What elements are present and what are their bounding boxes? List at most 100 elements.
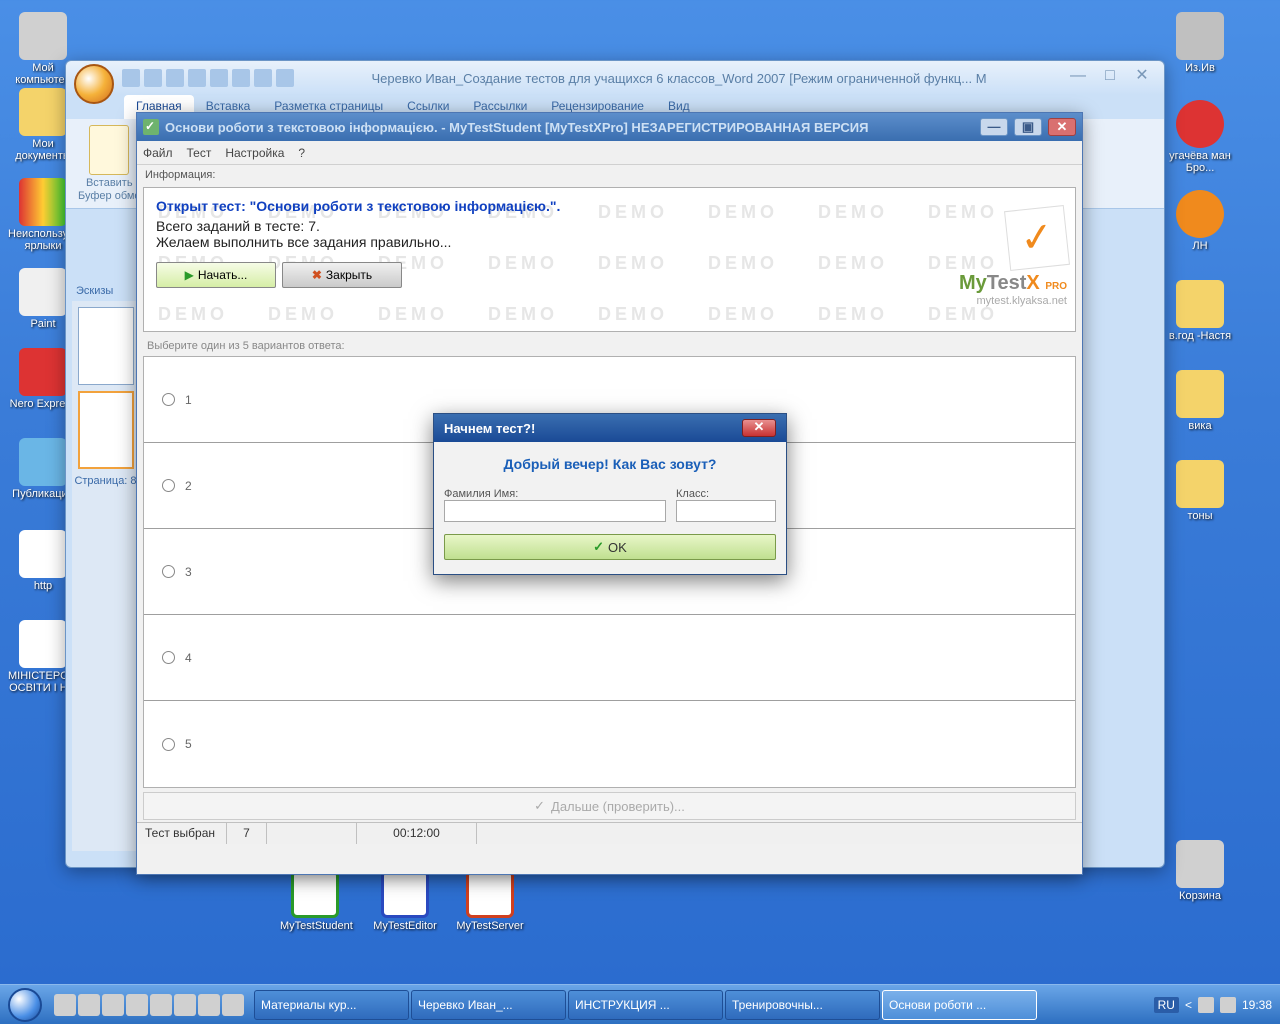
mytest-student-icon [291,870,339,918]
minimize-button[interactable]: — [980,118,1008,136]
desktop-icon[interactable]: MyTestStudent [280,870,350,932]
button-label: OK [608,540,627,555]
desktop-icon[interactable]: Из.Ив [1165,12,1235,74]
qat-preview-icon[interactable] [210,69,228,87]
desktop-icon[interactable]: ЛН [1165,190,1235,252]
desktop-icon-label: MyTestStudent [280,920,353,932]
ql-app-icon[interactable] [198,994,220,1016]
dialog-greeting: Добрый вечер! Как Вас зовут? [444,456,776,472]
paste-button[interactable] [89,125,129,175]
qat-redo-icon[interactable] [166,69,184,87]
ql-show-desktop-icon[interactable] [222,994,244,1016]
check-icon: ✓ [593,539,604,555]
ql-app-icon[interactable] [102,994,124,1016]
tray-icon[interactable] [1220,997,1236,1013]
name-label: Фамилия Имя: [444,488,666,500]
menu-help[interactable]: ? [298,146,305,160]
info-title: Открыт тест: "Основи роботи з текстовою … [156,198,1063,214]
qat-table-icon[interactable] [232,69,250,87]
qat-print-icon[interactable] [188,69,206,87]
dialog-titlebar[interactable]: Начнем тест?! ✕ [434,414,786,442]
desktop-icon[interactable]: MyTestServer [455,870,525,932]
start-button[interactable] [0,985,50,1024]
desktop-icon-label: Корзина [1179,890,1221,902]
taskbar-button-label: Материалы кур... [261,998,357,1012]
ok-button[interactable]: ✓ OK [444,534,776,560]
desktop-icon[interactable]: угачёва ман Бро... [1165,100,1235,174]
desktop-icon-label: Paint [30,318,55,330]
option-label: 3 [185,565,192,579]
dialog-close-button[interactable]: ✕ [742,419,776,437]
taskbar-button[interactable]: Тренировочны... [725,990,880,1020]
mytest-editor-icon [381,870,429,918]
desktop-icon-label: вика [1188,420,1211,432]
language-indicator[interactable]: RU [1154,997,1179,1013]
radio-icon [162,479,175,492]
maximize-button[interactable]: □ [1096,69,1124,87]
name-input[interactable] [444,500,666,522]
desktop-icon[interactable]: в.год -Настя [1165,280,1235,342]
next-button[interactable]: ✓Дальше (проверить)... [143,792,1076,820]
close-button[interactable]: ✕ [1048,118,1076,136]
desktop-icon-label: MyTestEditor [373,920,437,932]
desktop-icon[interactable]: вика [1165,370,1235,432]
status-label: Тест выбран [137,823,227,844]
option-label: 4 [185,651,192,665]
desktop-icon-label: MyTestServer [456,920,523,932]
word-window-controls: — □ ✕ [1064,69,1156,87]
clipboard-label: Буфер обме [78,190,141,202]
page-thumbnail[interactable] [78,307,134,385]
qat-save-icon[interactable] [122,69,140,87]
camera-icon [1176,12,1224,60]
close-icon: ✖ [312,268,322,282]
ql-firefox-icon[interactable] [54,994,76,1016]
minimize-button[interactable]: — [1064,69,1092,87]
desktop-icon[interactable]: тоны [1165,460,1235,522]
clock[interactable]: 19:38 [1242,998,1272,1012]
info-panel: DEMODEMODEMODEMODEMODEMODEMODEMO DEMODEM… [143,187,1076,332]
answer-option[interactable]: 4 [144,615,1075,701]
info-line: Желаем выполнить все задания правильно..… [156,234,1063,250]
desktop-icon[interactable]: Корзина [1165,840,1235,902]
dialog-body: Добрый вечер! Как Вас зовут? Фамилия Имя… [434,442,786,574]
tray-icon[interactable] [1198,997,1214,1013]
menu-settings[interactable]: Настройка [225,146,284,160]
start-test-button[interactable]: ▶Начать... [156,262,276,288]
close-button[interactable]: ✕ [1128,69,1156,87]
taskbar-button[interactable]: Основи роботи ... [882,990,1037,1020]
radio-icon [162,738,175,751]
class-field-group: Класс: [676,488,776,522]
quick-launch [50,994,248,1016]
mytest-titlebar[interactable]: Основи роботи з текстовою інформацією. -… [137,113,1082,141]
word-titlebar[interactable]: Черевко Иван_Создание тестов для учащихс… [66,61,1164,95]
maximize-button[interactable]: ▣ [1014,118,1042,136]
desktop-icon-label: Мои документы [15,138,71,162]
class-input[interactable] [676,500,776,522]
status-count: 7 [227,823,267,844]
qat-spelling-icon[interactable] [276,69,294,87]
close-test-button[interactable]: ✖Закрыть [282,262,402,288]
taskbar-button[interactable]: Черевко Иван_... [411,990,566,1020]
taskbar-button[interactable]: ИНСТРУКЦИЯ ... [568,990,723,1020]
qat-font-icon[interactable] [254,69,272,87]
ql-word-icon[interactable] [150,994,172,1016]
radio-icon [162,393,175,406]
qat-undo-icon[interactable] [144,69,162,87]
desktop-icon[interactable]: MyTestEditor [370,870,440,932]
page-thumbnail[interactable] [78,391,134,469]
office-button[interactable] [74,64,114,104]
folder-icon [1176,280,1224,328]
desktop-icon-label: http [34,580,52,592]
tray-expand-icon[interactable]: < [1185,998,1192,1012]
start-test-dialog: Начнем тест?! ✕ Добрый вечер! Как Вас зо… [433,413,787,575]
menu-file[interactable]: Файл [143,146,173,160]
logo-url: mytest.klyaksa.net [937,295,1067,307]
ql-opera-icon[interactable] [78,994,100,1016]
ql-chrome-icon[interactable] [174,994,196,1016]
taskbar-button-label: ИНСТРУКЦИЯ ... [575,998,670,1012]
answer-option[interactable]: 5 [144,701,1075,787]
menu-test[interactable]: Тест [187,146,212,160]
ql-ie-icon[interactable] [126,994,148,1016]
taskbar-button[interactable]: Материалы кур... [254,990,409,1020]
option-label: 1 [185,393,192,407]
